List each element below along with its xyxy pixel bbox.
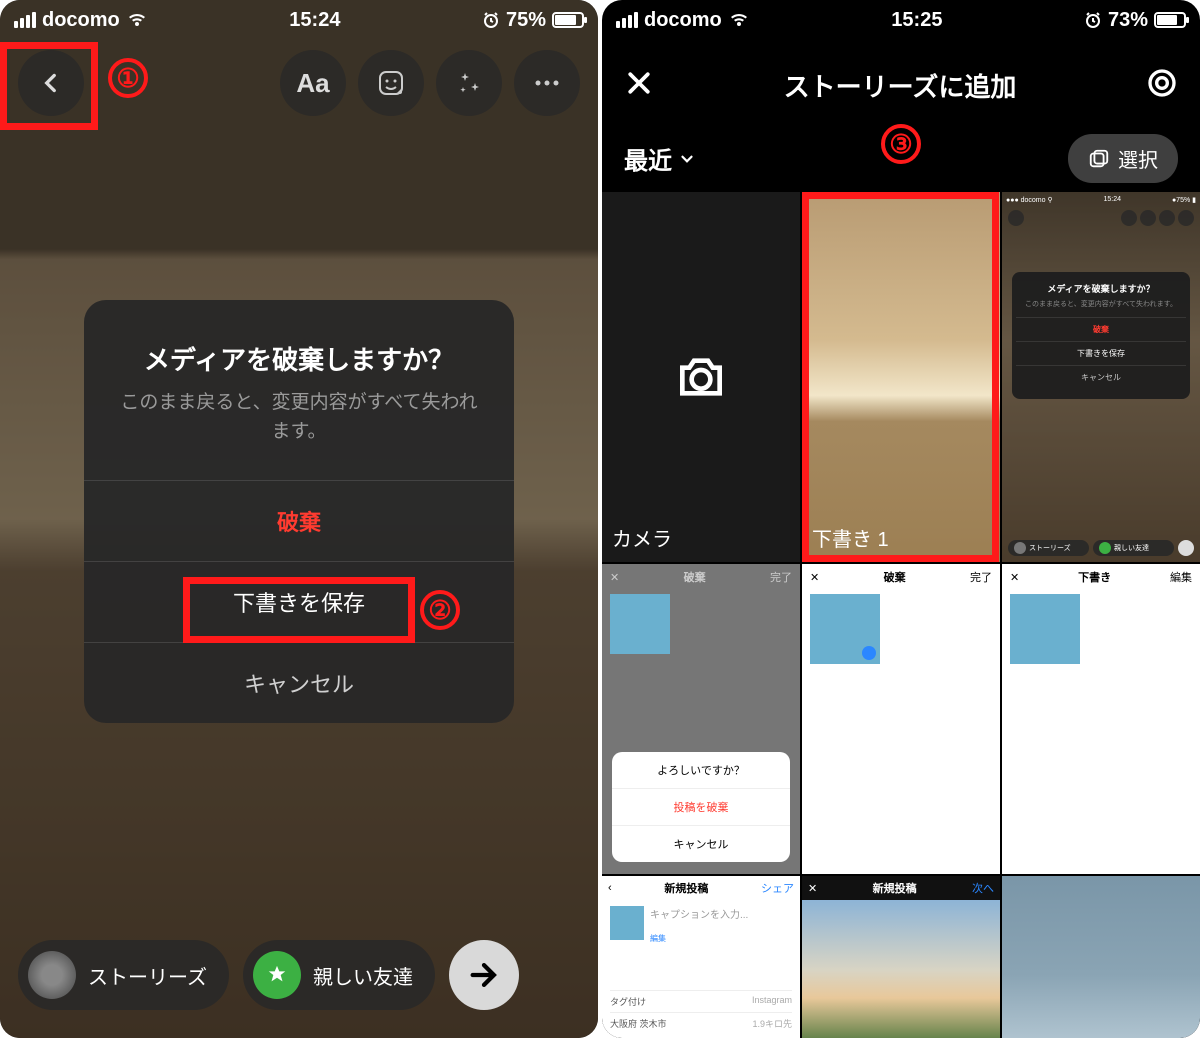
cancel-button[interactable]: キャンセル <box>84 642 514 723</box>
annotation-number-2: ② <box>420 590 460 630</box>
thumbnail-cell[interactable]: ✕破棄完了 よろしいですか？ 投稿を破棄 キャンセル <box>602 564 800 874</box>
status-bar: docomo 15:25 73% <box>602 0 1200 40</box>
annotation-highlight-1 <box>0 42 98 130</box>
stories-avatar-icon <box>28 951 76 999</box>
annotation-highlight-2 <box>183 577 415 643</box>
thumbnail-cell[interactable]: ✕新規投稿次へ <box>802 876 1000 1038</box>
thumbnail-cell[interactable]: ‹新規投稿シェア キャプションを入力... 編集 タグ付けInstagram 大… <box>602 876 800 1038</box>
discard-dialog: メディアを破棄しますか？ このまま戻ると、変更内容がすべて失われます。 破棄 下… <box>84 300 514 723</box>
stories-share-button[interactable]: ストーリーズ <box>18 940 229 1010</box>
mini-toolbar <box>1002 210 1200 226</box>
mini-meta: タグ付けInstagram 大阪府 茨木市1.9キロ先 <box>610 990 792 1034</box>
mini-share-bar: ストーリーズ 親しい友達 <box>1002 540 1200 556</box>
multi-select-icon <box>1088 148 1110 170</box>
alarm-icon <box>1084 11 1102 29</box>
sticker-tool-button[interactable] <box>358 50 424 116</box>
signal-icon <box>616 12 638 28</box>
mini-media <box>810 594 880 664</box>
picker-title: ストーリーズに追加 <box>784 67 1017 104</box>
alarm-icon <box>482 11 500 29</box>
chevron-down-icon <box>678 150 696 168</box>
stories-label: ストーリーズ <box>88 961 207 990</box>
discard-button[interactable]: 破棄 <box>84 480 514 561</box>
clock-label: 15:25 <box>891 9 942 32</box>
mini-media <box>802 900 1000 1038</box>
signal-icon <box>14 12 36 28</box>
mini-action-sheet: よろしいですか？ 投稿を破棄 キャンセル <box>612 752 790 862</box>
camera-icon <box>673 349 729 405</box>
mini-dialog: メディアを破棄しますか？ このまま戻ると、変更内容がすべて失われます。 破棄 下… <box>1012 272 1190 399</box>
settings-button[interactable] <box>1146 67 1178 104</box>
more-tool-button[interactable] <box>514 50 580 116</box>
thumbnail-cell[interactable]: ✕下書き編集 <box>1002 564 1200 874</box>
thumbnail-cell[interactable]: ●●● docomo ⚲15:24●75% ▮ メディアを破棄しますか？ このま… <box>1002 192 1200 562</box>
camera-label: カメラ <box>612 523 672 552</box>
close-button[interactable] <box>624 68 654 103</box>
battery-icon <box>1154 12 1186 28</box>
clock-label: 15:24 <box>289 9 340 32</box>
mini-header: ✕破棄完了 <box>802 564 1000 590</box>
carrier-label: docomo <box>644 9 722 32</box>
mini-status: ●●● docomo ⚲15:24●75% ▮ <box>1002 196 1200 204</box>
mini-header: ✕下書き編集 <box>1002 564 1200 590</box>
annotation-highlight-3 <box>802 192 999 562</box>
battery-pct: 73% <box>1108 9 1148 32</box>
right-screenshot: docomo 15:25 73% ストーリーズに追加 最近 選択 ③ <box>602 0 1200 1038</box>
close-friends-label: 親しい友達 <box>313 961 413 990</box>
wifi-icon <box>728 12 750 28</box>
mini-media <box>1010 594 1080 664</box>
dialog-subtitle: このまま戻ると、変更内容がすべて失われます。 <box>84 385 514 480</box>
select-label: 選択 <box>1118 144 1158 173</box>
annotation-number-1: ① <box>108 58 148 98</box>
wifi-icon <box>126 12 148 28</box>
picker-header: ストーリーズに追加 <box>602 50 1200 120</box>
dialog-title: メディアを破棄しますか？ <box>84 300 514 385</box>
left-screenshot: docomo 15:24 75% Aa ① メディアを破棄しますか？ このまま戻… <box>0 0 598 1038</box>
multi-select-button[interactable]: 選択 <box>1068 134 1178 183</box>
album-label: 最近 <box>624 141 672 176</box>
status-bar: docomo 15:24 75% <box>0 0 598 40</box>
mini-media <box>610 594 670 654</box>
album-dropdown[interactable]: 最近 <box>624 141 696 176</box>
annotation-number-3: ③ <box>881 124 921 164</box>
share-bar: ストーリーズ 親しい友達 <box>0 940 598 1010</box>
thumbnail-cell[interactable]: ✕破棄完了 <box>802 564 1000 874</box>
camera-cell[interactable]: カメラ <box>602 192 800 562</box>
carrier-label: docomo <box>42 9 120 32</box>
battery-icon <box>552 12 584 28</box>
mini-header: ‹新規投稿シェア <box>602 876 800 900</box>
text-tool-button[interactable]: Aa <box>280 50 346 116</box>
star-icon <box>253 951 301 999</box>
mini-header: ✕新規投稿次へ <box>802 876 1000 900</box>
mini-caption: キャプションを入力... 編集 <box>610 906 748 944</box>
effects-tool-button[interactable] <box>436 50 502 116</box>
thumbnail-cell[interactable] <box>1002 876 1200 1038</box>
mini-header: ✕破棄完了 <box>602 564 800 590</box>
close-friends-button[interactable]: 親しい友達 <box>243 940 435 1010</box>
battery-pct: 75% <box>506 9 546 32</box>
next-button[interactable] <box>449 940 519 1010</box>
